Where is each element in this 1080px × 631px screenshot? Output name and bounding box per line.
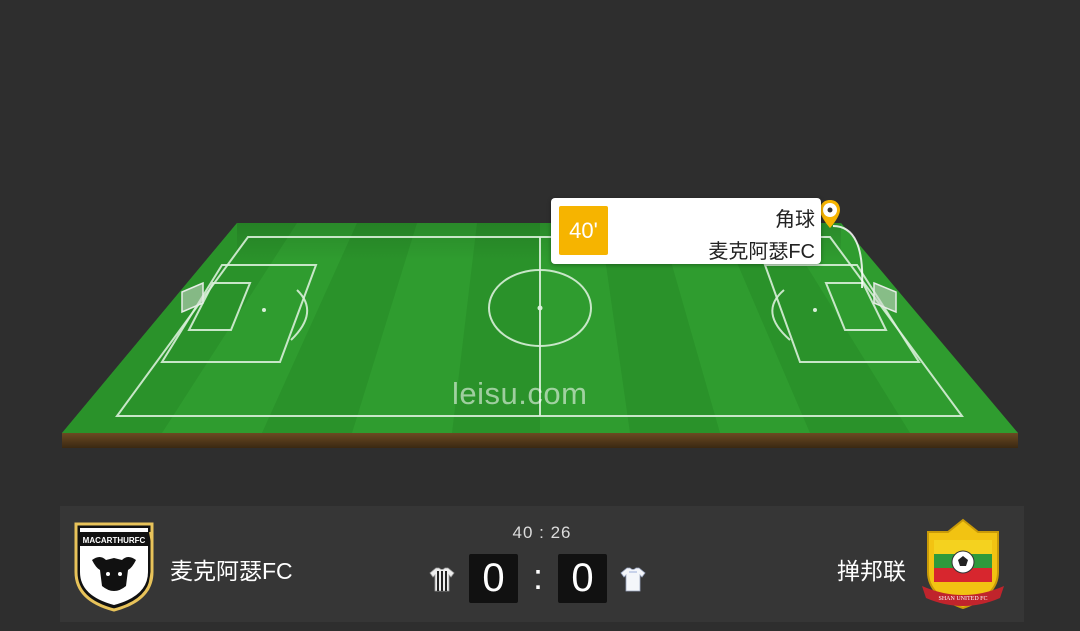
pitch-soil-edge [62,433,1018,448]
pitch-area: leisu.com [0,0,1080,500]
scoreboard: MACARTHURFC 麦克阿瑟FC 40 : 26 0 : 0 掸邦联 SHA… [60,506,1024,622]
score-separator: : [532,556,543,597]
match-clock: 40 : 26 [512,523,572,542]
away-team-name: 掸邦联 [837,558,906,584]
home-team-name: 麦克阿瑟FC [170,558,293,584]
away-kit-icon [620,567,646,592]
event-type-label: 角球 [775,209,815,231]
away-team-logo: SHAN UNITED FC [922,518,1004,610]
ball-marker-icon [820,200,840,228]
event-minute-badge: 40' [559,206,608,255]
home-score: 0 [469,554,518,603]
event-popup: 40' 角球 麦克阿瑟FC [551,198,821,264]
away-score: 0 [558,554,607,603]
event-team-label: 麦克阿瑟FC [708,241,815,263]
match-live-view: leisu.com 40' 角球 麦克阿瑟FC MACARTHURFC 麦克阿瑟… [0,0,1080,631]
home-kit-icon [429,567,455,592]
away-logo-text: SHAN UNITED FC [938,596,987,602]
football-pitch [62,223,1018,448]
watermark: leisu.com [452,376,588,411]
